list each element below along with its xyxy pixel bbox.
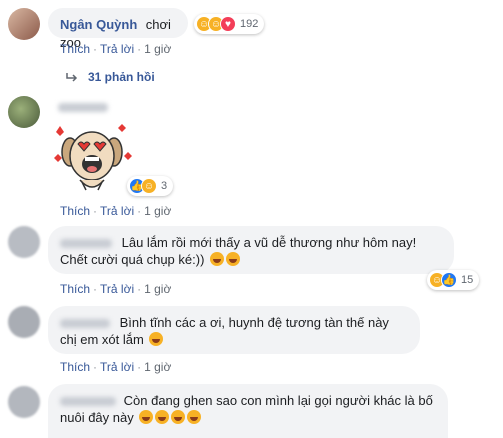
comment-actions: Thích · Trả lời · 1 giờ	[60, 42, 172, 56]
avatar[interactable]	[8, 226, 40, 258]
timestamp[interactable]: 1 giờ	[144, 282, 171, 296]
commenter-name[interactable]: Ngân Quỳnh	[60, 17, 137, 32]
sticker	[52, 122, 132, 197]
timestamp[interactable]: 1 giờ	[144, 204, 171, 218]
reaction-count: 3	[161, 180, 168, 192]
timestamp[interactable]: 1 giờ	[144, 360, 171, 374]
avatar[interactable]	[8, 386, 40, 418]
reaction-summary[interactable]: 👍 ☺ 3	[127, 176, 174, 196]
commenter-name-blurred[interactable]	[60, 239, 112, 249]
reply-link[interactable]: Trả lời	[100, 204, 134, 218]
avatar[interactable]	[8, 8, 40, 40]
comment-bubble: Bình tĩnh các a ơi, huynh đệ tương tàn t…	[48, 306, 420, 354]
comment-text: Còn đang ghen sao con mình lại gọi người…	[60, 393, 433, 425]
dog-sticker-icon	[54, 124, 132, 191]
rofl-emoji-icon	[187, 410, 202, 424]
commenter-name-blurred[interactable]	[58, 103, 108, 112]
comment-bubble: Ngân Quỳnh chơi zoo	[48, 8, 188, 50]
like-link[interactable]: Thích	[60, 42, 90, 56]
rofl-emoji-icon	[139, 410, 154, 424]
like-reaction-icon: 👍	[441, 272, 457, 288]
laughing-emoji-icon	[210, 252, 225, 266]
commenter-name-blurred[interactable]	[60, 319, 110, 329]
like-link[interactable]: Thích	[60, 204, 90, 218]
reaction-count: 192	[240, 18, 259, 30]
reaction-summary[interactable]: ☺ 👍 15	[427, 270, 480, 290]
like-link[interactable]: Thích	[60, 360, 90, 374]
view-replies-link[interactable]: 31 phản hồi	[66, 70, 155, 84]
rofl-emoji-icon	[155, 410, 170, 424]
commenter-name-blurred[interactable]	[60, 397, 116, 407]
reaction-count: 15	[461, 274, 474, 286]
comment-actions: Thích · Trả lời · 1 giờ	[60, 282, 172, 296]
like-link[interactable]: Thích	[60, 282, 90, 296]
reply-link[interactable]: Trả lời	[100, 42, 134, 56]
haha-reaction-icon: ☺	[141, 178, 157, 194]
timestamp[interactable]: 1 giờ	[144, 42, 171, 56]
avatar[interactable]	[8, 96, 40, 128]
heart-reaction-icon: ♥	[220, 16, 236, 32]
replies-count-label[interactable]: 31 phản hồi	[88, 70, 155, 84]
rofl-emoji-icon	[149, 332, 164, 346]
reply-arrow-icon	[66, 73, 78, 82]
comment-bubble: Còn đang ghen sao con mình lại gọi người…	[48, 384, 448, 438]
rofl-emoji-icon	[171, 410, 186, 424]
reply-link[interactable]: Trả lời	[100, 360, 134, 374]
comment-actions: Thích · Trả lời · 1 giờ	[60, 360, 172, 374]
comment-bubble: Lâu lắm rồi mới thấy a vũ dễ thương như …	[48, 226, 454, 274]
comment-actions: Thích · Trả lời · 1 giờ	[60, 204, 172, 218]
laughing-emoji-icon	[226, 252, 241, 266]
avatar[interactable]	[8, 306, 40, 338]
reply-link[interactable]: Trả lời	[100, 282, 134, 296]
reaction-summary[interactable]: ☺ ☺ ♥ 192	[194, 14, 265, 34]
